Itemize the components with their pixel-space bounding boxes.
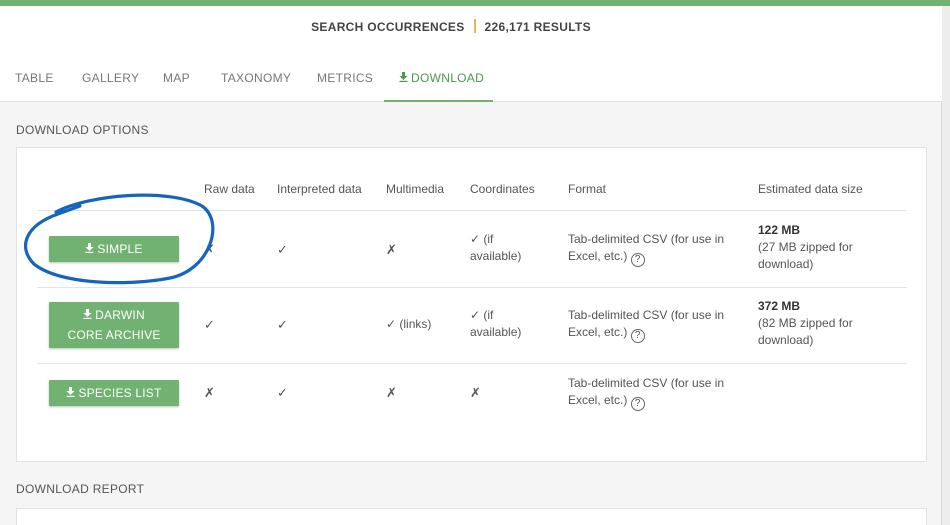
- format-text: Tab-delimited CSV (for use in Excel, etc…: [568, 232, 725, 263]
- raw-data-value: ✗: [204, 385, 215, 400]
- download-options-card: Raw data Interpreted data Multimedia Coo…: [16, 147, 927, 462]
- download-icon: [83, 305, 92, 325]
- table-divider: [37, 363, 907, 364]
- table-divider: [37, 210, 907, 211]
- summary-separator: [473, 19, 476, 33]
- tab-gallery[interactable]: GALLERY: [82, 58, 139, 102]
- tab-table[interactable]: TABLE: [15, 58, 54, 102]
- tab-label: GALLERY: [82, 71, 140, 85]
- estimated-size-value: 372 MB (82 MB zipped for download): [758, 298, 888, 349]
- raw-data-value: ✓: [204, 317, 215, 332]
- button-label: SPECIES LIST: [78, 386, 162, 400]
- tab-metrics[interactable]: METRICS: [317, 58, 373, 102]
- tab-download[interactable]: DOWNLOAD: [384, 58, 493, 102]
- format-value: Tab-delimited CSV (for use in Excel, etc…: [568, 231, 738, 267]
- interpreted-data-value: ✓: [277, 385, 288, 400]
- multimedia-value: ✓ (links): [386, 317, 432, 331]
- interpreted-data-value: ✓: [277, 317, 288, 332]
- format-text: Tab-delimited CSV (for use in Excel, etc…: [568, 376, 725, 407]
- raw-data-value: ✗: [204, 242, 215, 257]
- darwin-core-archive-download-button[interactable]: DARWIN CORE ARCHIVE: [49, 302, 179, 348]
- button-label: SIMPLE: [97, 242, 143, 256]
- multimedia-value: ✗: [386, 385, 397, 400]
- help-circle-icon[interactable]: ?: [630, 397, 645, 411]
- simple-download-button[interactable]: SIMPLE: [49, 236, 179, 262]
- table-divider: [37, 287, 907, 288]
- tab-label: TAXONOMY: [221, 71, 292, 85]
- tab-taxonomy[interactable]: TAXONOMY: [221, 58, 291, 102]
- download-icon: [66, 383, 75, 403]
- size-sub: (27 MB zipped for download): [758, 240, 853, 271]
- summary-label: SEARCH OCCURRENCES: [311, 20, 465, 34]
- size-sub: (82 MB zipped for download): [758, 316, 853, 347]
- header-multimedia: Multimedia: [386, 182, 445, 196]
- format-value: Tab-delimited CSV (for use in Excel, etc…: [568, 375, 738, 411]
- estimated-size-value: 122 MB (27 MB zipped for download): [758, 222, 888, 273]
- download-report-card: [16, 508, 927, 525]
- coordinates-value: ✓ (if available): [470, 232, 522, 263]
- format-value: Tab-delimited CSV (for use in Excel, etc…: [568, 307, 738, 343]
- format-text: Tab-delimited CSV (for use in Excel, etc…: [568, 308, 725, 339]
- tab-label: TABLE: [15, 71, 54, 85]
- download-report-title: DOWNLOAD REPORT: [16, 482, 145, 496]
- search-summary: SEARCH OCCURRENCES 226,171 RESULTS: [0, 19, 902, 34]
- header-raw-data: Raw data: [204, 182, 255, 196]
- download-options-title: DOWNLOAD OPTIONS: [16, 123, 149, 137]
- download-icon: [399, 58, 408, 98]
- interpreted-data-value: ✓: [277, 242, 288, 257]
- size-main: 372 MB: [758, 299, 801, 313]
- coordinates-value: ✓ (if available): [470, 308, 522, 339]
- header-coordinates: Coordinates: [470, 182, 535, 196]
- download-icon: [85, 239, 94, 259]
- header-format: Format: [568, 182, 607, 196]
- help-circle-icon[interactable]: ?: [630, 253, 645, 267]
- multimedia-value: ✗: [386, 242, 397, 257]
- coordinates-value: ✗: [470, 385, 481, 400]
- header-interpreted-data: Interpreted data: [277, 182, 362, 196]
- tab-map[interactable]: MAP: [163, 58, 190, 102]
- help-circle-icon[interactable]: ?: [630, 329, 645, 343]
- result-count: 226,171 RESULTS: [484, 20, 591, 34]
- size-main: 122 MB: [758, 223, 801, 237]
- page-header: SEARCH OCCURRENCES 226,171 RESULTS TABLE …: [0, 6, 942, 102]
- tab-label: METRICS: [317, 71, 374, 85]
- tab-label: MAP: [163, 71, 190, 85]
- tab-label: DOWNLOAD: [411, 71, 485, 85]
- header-estimated-size: Estimated data size: [758, 182, 863, 196]
- species-list-download-button[interactable]: SPECIES LIST: [49, 380, 179, 406]
- page: SEARCH OCCURRENCES 226,171 RESULTS TABLE …: [0, 6, 942, 525]
- button-label-wrap: DARWIN CORE ARCHIVE: [65, 305, 163, 345]
- button-label: DARWIN CORE ARCHIVE: [67, 308, 161, 342]
